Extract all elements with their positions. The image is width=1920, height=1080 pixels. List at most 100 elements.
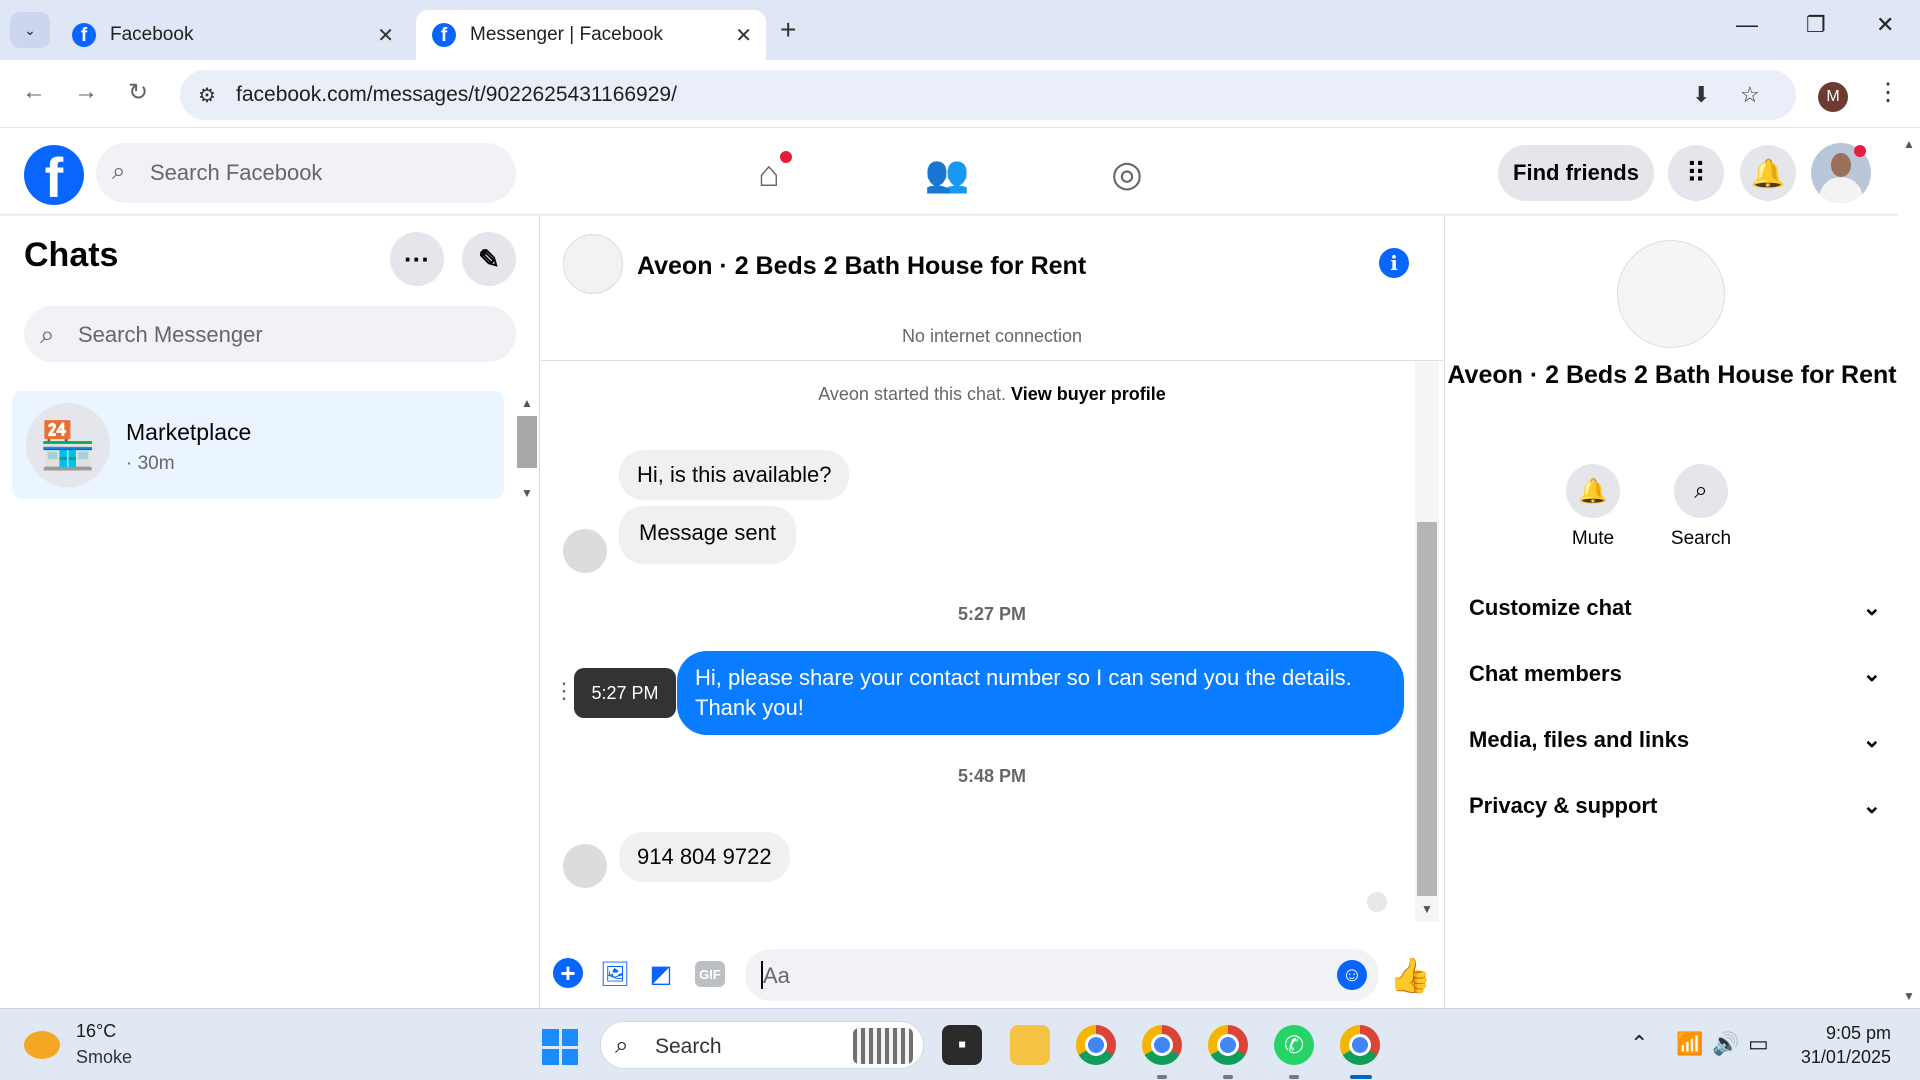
window-close-icon[interactable]: ✕	[1876, 12, 1894, 38]
search-conversation-button[interactable]: ⌕ Search	[1661, 464, 1741, 550]
photo-attach-icon[interactable]: 🖼	[599, 958, 631, 990]
chat-members-section[interactable]: Chat members ⌄	[1469, 654, 1881, 694]
page-scrollbar[interactable]: ▲ ▼	[1898, 129, 1920, 1008]
install-app-icon[interactable]: ⬇	[1692, 82, 1710, 108]
close-tab-icon[interactable]: ✕	[735, 23, 752, 48]
privacy-support-section[interactable]: Privacy & support ⌄	[1469, 786, 1881, 826]
chrome-profile-icon[interactable]	[1142, 1025, 1182, 1065]
url-text[interactable]: facebook.com/messages/t/9022625431166929…	[236, 83, 677, 107]
seen-indicator	[1367, 892, 1387, 912]
running-indicator	[1289, 1075, 1299, 1079]
whatsapp-icon[interactable]: ✆	[1274, 1025, 1314, 1065]
messenger-search-input[interactable]: ⌕ Search Messenger	[24, 306, 516, 362]
chat-list-scrollbar[interactable]: ▲ ▼	[515, 394, 539, 506]
plus-actions-icon[interactable]: +	[553, 958, 583, 988]
message-input[interactable]: Aa ☺	[745, 949, 1379, 1001]
info-panel-title: Aveon · 2 Beds 2 Bath House for Rent	[1447, 361, 1897, 389]
timestamp: 5:27 PM	[957, 604, 1027, 624]
conversation-info-panel: Aveon · 2 Beds 2 Bath House for Rent 🔔 M…	[1444, 216, 1898, 1008]
clock-time: 9:05 pm	[1825, 1023, 1891, 1043]
battery-icon[interactable]: ▭	[1748, 1031, 1769, 1057]
reload-icon[interactable]: ↻	[128, 78, 148, 107]
facebook-search-input[interactable]: ⌕ Search Facebook	[96, 143, 516, 203]
message-bubble-incoming[interactable]: Message sent	[619, 506, 796, 564]
browser-toolbar: ← → ↻ ⚙ facebook.com/messages/t/90226254…	[0, 60, 1920, 128]
tab-facebook[interactable]: f Facebook ✕	[56, 10, 408, 60]
chat-options-button[interactable]: ···	[390, 232, 444, 286]
groups-icon[interactable]: ◎	[1102, 149, 1152, 199]
view-buyer-profile-link[interactable]: View buyer profile	[1011, 384, 1166, 404]
message-placeholder: Aa	[763, 963, 790, 988]
menu-grid-icon[interactable]: ⠿	[1668, 145, 1724, 201]
chrome-profile-icon[interactable]	[1208, 1025, 1248, 1065]
message-bubble-incoming[interactable]: 914 804 9722	[619, 832, 790, 882]
back-icon[interactable]: ←	[22, 78, 46, 106]
listing-avatar[interactable]	[1617, 240, 1725, 348]
message-bubble-outgoing[interactable]: Hi, please share your contact number so …	[677, 651, 1404, 735]
sticker-icon[interactable]: ◩	[645, 958, 677, 990]
chat-started-notice: Aveon started this chat. View buyer prof…	[818, 384, 1166, 404]
restore-icon[interactable]: ❐	[1806, 12, 1826, 38]
bell-icon: 🔔	[1566, 464, 1620, 518]
sender-avatar[interactable]	[563, 844, 607, 888]
gif-icon[interactable]: GIF	[695, 961, 725, 987]
sender-avatar[interactable]	[563, 529, 607, 573]
file-explorer-icon[interactable]	[1010, 1025, 1050, 1065]
address-bar[interactable]: ⚙ facebook.com/messages/t/90226254311669…	[180, 70, 1796, 120]
show-hidden-icons-icon[interactable]: ⌃	[1630, 1031, 1648, 1057]
conversation-scrollbar[interactable]: ▼	[1415, 362, 1439, 922]
thumbs-up-icon[interactable]: 👍	[1389, 956, 1431, 996]
info-icon[interactable]: i	[1379, 248, 1409, 278]
tab-messenger[interactable]: f Messenger | Facebook ✕	[416, 10, 766, 60]
conversation-title[interactable]: Aveon · 2 Beds 2 Bath House for Rent	[637, 252, 1086, 281]
close-tab-icon[interactable]: ✕	[377, 23, 394, 48]
mute-button[interactable]: 🔔 Mute	[1553, 464, 1633, 550]
notifications-bell-icon[interactable]: 🔔	[1740, 145, 1796, 201]
taskbar-clock[interactable]: 9:05 pm 31/01/2025	[1795, 1021, 1891, 1069]
taskbar-search-input[interactable]: ⌕ Search	[600, 1021, 924, 1069]
minimize-icon[interactable]: —	[1736, 12, 1758, 38]
tab-search-button[interactable]: ⌄	[10, 12, 50, 48]
chat-list-item[interactable]: 🏪 Marketplace · 30m	[12, 391, 504, 499]
taskbar-search-placeholder: Search	[655, 1035, 722, 1058]
weather-condition: Smoke	[76, 1047, 133, 1067]
chrome-icon[interactable]	[1076, 1025, 1116, 1065]
wifi-icon[interactable]: 📶	[1676, 1031, 1703, 1057]
message-composer: + 🖼 ◩ GIF Aa ☺ 👍	[541, 936, 1443, 1008]
tab-title: Messenger | Facebook	[470, 24, 663, 45]
conversation-pane: Aveon · 2 Beds 2 Bath House for Rent i N…	[541, 216, 1443, 1008]
facebook-favicon-icon: f	[432, 23, 456, 47]
new-tab-button[interactable]: +	[780, 14, 796, 46]
chats-sidebar: Chats ··· ✎ ⌕ Search Messenger 🏪 Marketp…	[0, 216, 540, 1008]
conversation-avatar[interactable]	[563, 234, 623, 294]
message-more-icon[interactable]: ⋮	[553, 678, 575, 704]
tab-title: Facebook	[110, 24, 194, 45]
chrome-active-icon[interactable]	[1340, 1025, 1380, 1065]
home-notification-dot	[780, 151, 792, 163]
browser-profile-avatar[interactable]: M	[1818, 82, 1848, 112]
search-icon: ⌕	[112, 158, 126, 185]
facebook-logo-icon[interactable]: f	[24, 145, 84, 205]
site-settings-icon[interactable]: ⚙	[198, 83, 216, 108]
friends-icon[interactable]: 👥	[922, 149, 972, 199]
search-label: Search	[1670, 528, 1732, 549]
emoji-icon[interactable]: ☺	[1337, 960, 1367, 990]
task-view-icon[interactable]: ▪	[942, 1025, 982, 1065]
weather-icon	[24, 1031, 60, 1059]
running-indicator	[1223, 1075, 1233, 1079]
find-friends-button[interactable]: Find friends	[1498, 145, 1654, 201]
volume-icon[interactable]: 🔊	[1712, 1031, 1739, 1057]
account-notification-dot	[1854, 145, 1866, 157]
new-message-icon[interactable]: ✎	[462, 232, 516, 286]
facebook-favicon-icon: f	[72, 23, 96, 47]
windows-start-icon[interactable]	[542, 1029, 578, 1065]
forward-icon[interactable]: →	[74, 78, 98, 106]
browser-menu-icon[interactable]: ⋮	[1876, 78, 1900, 107]
running-indicator	[1157, 1075, 1167, 1079]
bookmark-star-icon[interactable]: ☆	[1740, 82, 1760, 108]
media-files-links-section[interactable]: Media, files and links ⌄	[1469, 720, 1881, 760]
temperature: 16°C	[76, 1021, 117, 1041]
chevron-down-icon: ⌄	[1862, 595, 1881, 620]
message-bubble-incoming[interactable]: Hi, is this available?	[619, 450, 850, 500]
customize-chat-section[interactable]: Customize chat ⌄	[1469, 588, 1881, 628]
